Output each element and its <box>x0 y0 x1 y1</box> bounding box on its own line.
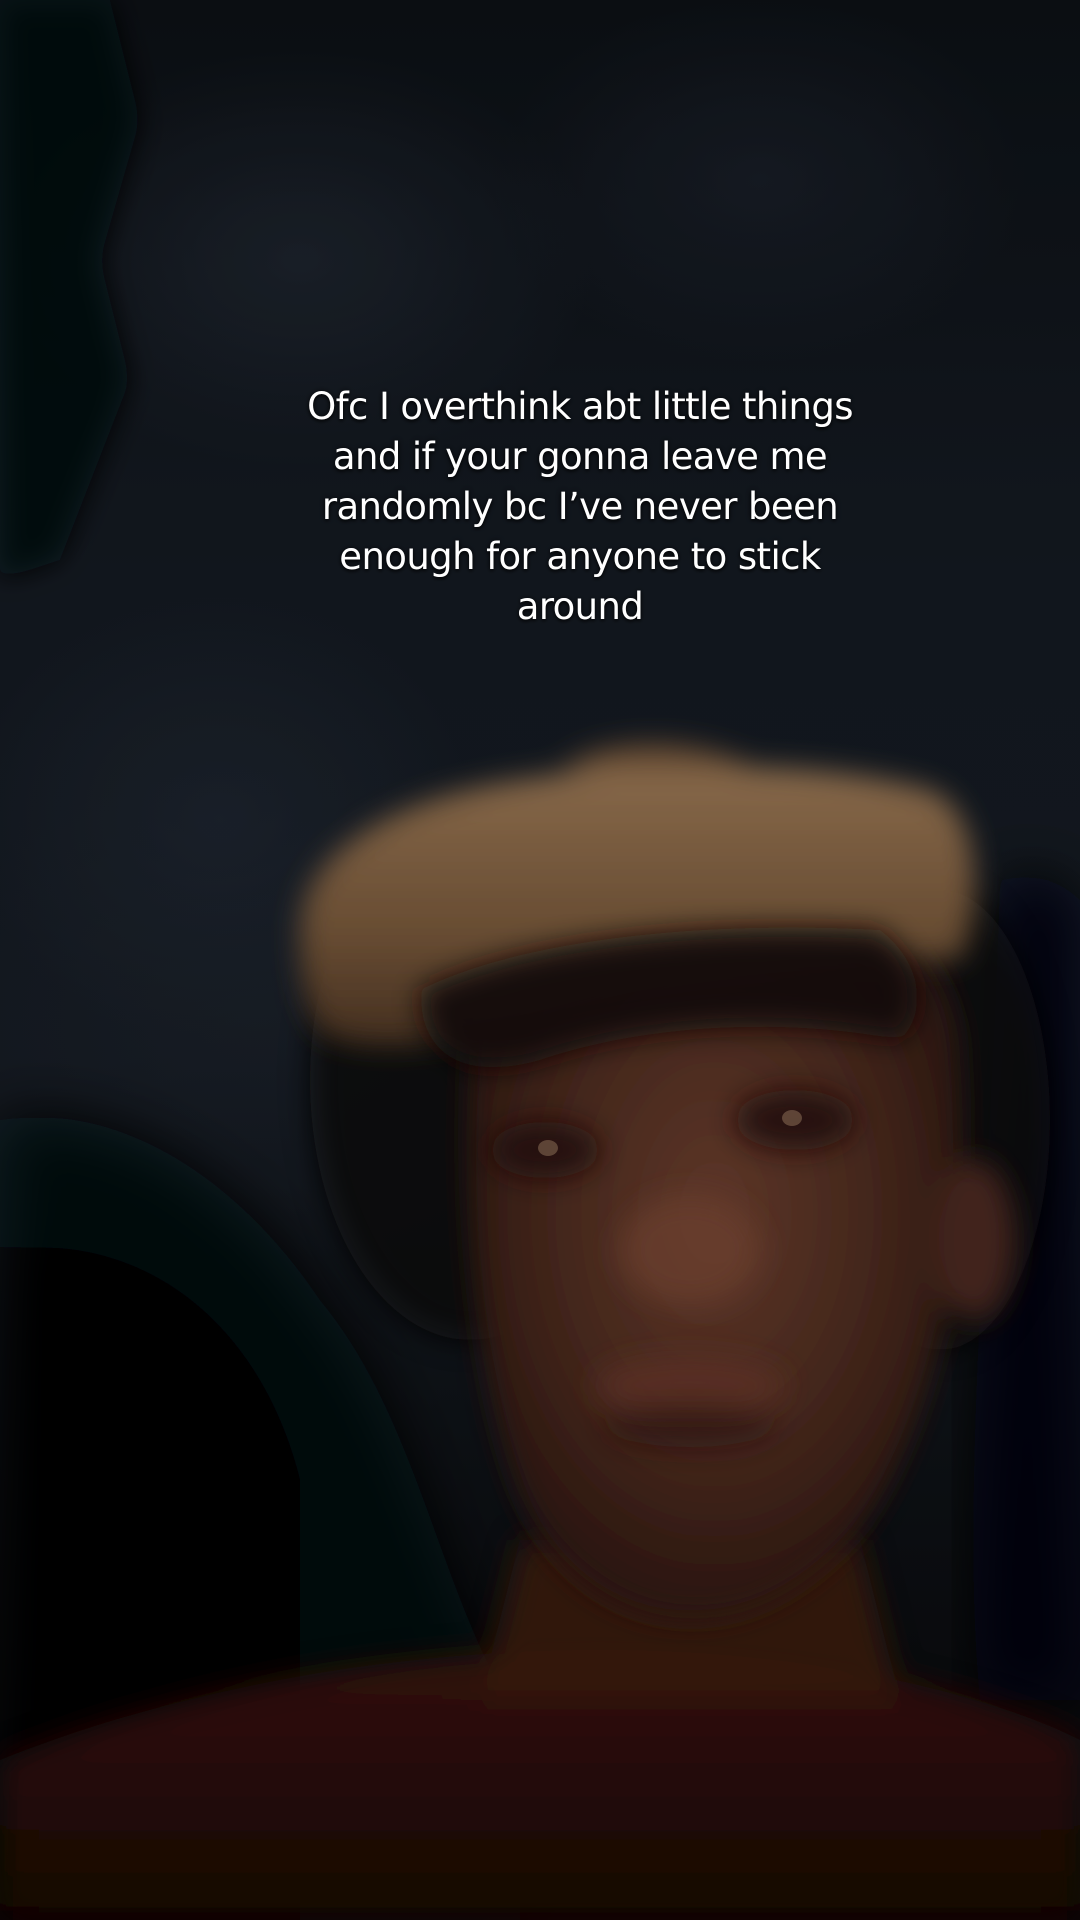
overlay-caption: Ofc I overthink abt little things and if… <box>307 385 853 628</box>
night-selfie-photo <box>0 0 1080 1920</box>
video-frame: Ofc I overthink abt little things and if… <box>0 0 1080 1920</box>
